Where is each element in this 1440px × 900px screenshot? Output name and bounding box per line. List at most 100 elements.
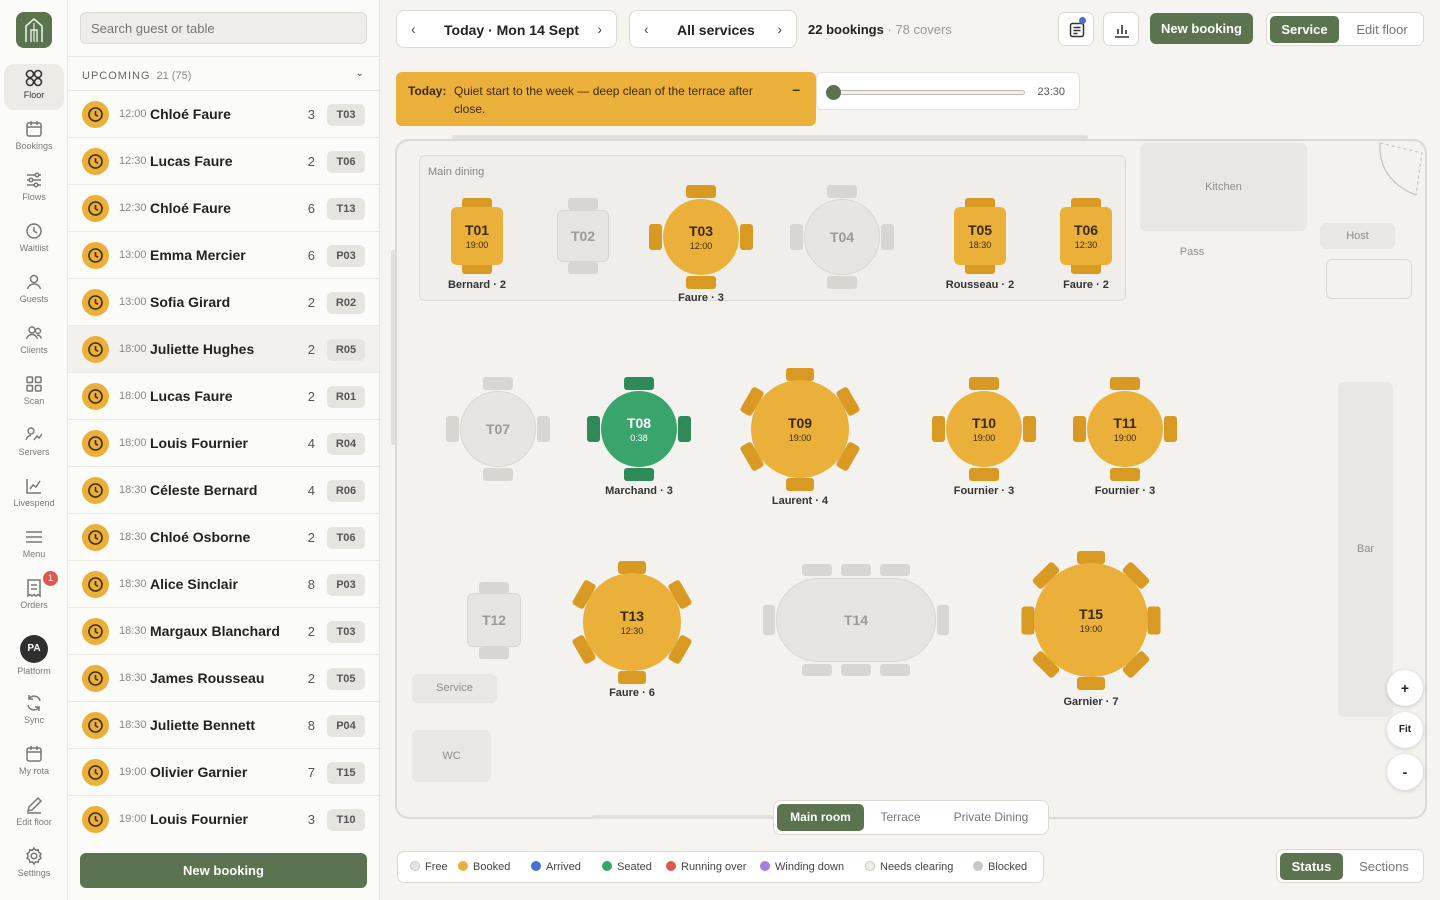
table-badge[interactable]: T03 [327,104,365,126]
table-t15[interactable]: T15 19:00 [1034,563,1148,677]
table-badge[interactable]: P03 [327,245,365,267]
table-badge[interactable]: R02 [327,292,365,314]
service-label: All services [677,22,755,38]
nav-scan[interactable]: Scan [4,370,64,416]
tab-terrace[interactable]: Terrace [867,804,934,831]
upcoming-header[interactable]: UPCOMING 21 (75) ⌄ [68,56,379,90]
booking-row[interactable]: 18:30 Alice Sinclair 8 P03 [68,560,379,607]
table-t12[interactable]: T12 [467,593,521,647]
table-t03[interactable]: T03 12:00 [663,199,739,275]
tab-main-room[interactable]: Main room [777,804,864,831]
nav-label: Livespend [13,498,55,508]
table-t06[interactable]: T06 12:30 [1060,207,1112,265]
nav-platform[interactable]: PA Platform [4,634,64,678]
table-badge[interactable]: T06 [327,151,365,173]
scrollbar-horizontal-bottom[interactable] [592,815,772,819]
booking-row[interactable]: 12:30 Chloé Faure 6 T13 [68,184,379,231]
new-booking-top-button[interactable]: New booking [1150,13,1253,44]
chevron-left-icon[interactable]: ‹ [411,21,416,37]
booking-row[interactable]: 18:00 Juliette Hughes 2 R05 [68,325,379,372]
booking-row[interactable]: 18:30 James Rousseau 2 T05 [68,654,379,701]
zoom-fit-button[interactable]: Fit [1387,712,1423,748]
table-badge[interactable]: T03 [327,621,365,643]
table-t04[interactable]: T04 [804,199,880,275]
nav-servers[interactable]: Servers [4,421,64,467]
table-badge[interactable]: R06 [327,480,365,502]
booking-row[interactable]: 18:30 Céleste Bernard 4 R06 [68,466,379,513]
booking-row[interactable]: 12:00 Chloé Faure 3 T03 [68,90,379,137]
table-badge[interactable]: T13 [327,198,365,220]
table-badge[interactable]: T05 [327,668,365,690]
table-t07[interactable]: T07 [460,391,536,467]
zoom-in-button[interactable]: + [1387,670,1423,706]
legend-label: Winding down [775,861,845,873]
booking-row[interactable]: 19:00 Louis Fournier 3 T10 [68,795,379,842]
table-t02[interactable]: T02 [557,210,609,262]
booking-row[interactable]: 13:00 Emma Mercier 6 P03 [68,231,379,278]
service-picker[interactable]: ‹ All services › [629,10,797,48]
nav-my-rota[interactable]: My rota [4,740,64,786]
nav-bookings[interactable]: Bookings [4,115,64,161]
table-t09[interactable]: T09 19:00 [751,380,849,478]
table-badge[interactable]: R01 [327,386,365,408]
stats-button[interactable] [1103,12,1139,46]
table-t11[interactable]: T11 19:00 [1087,391,1163,467]
booking-row[interactable]: 12:30 Lucas Faure 2 T06 [68,137,379,184]
booking-row[interactable]: 13:00 Sofia Girard 2 R02 [68,278,379,325]
nav-waitlist[interactable]: Waitlist [4,217,64,263]
time-slider[interactable]: 23:30 [816,72,1080,110]
table-t10[interactable]: T10 19:00 [946,391,1022,467]
nav-livespend[interactable]: Livespend [4,472,64,518]
table-badge[interactable]: T15 [327,762,365,784]
collapse-note-button[interactable]: – [792,80,800,98]
table-badge[interactable]: P03 [327,574,365,596]
booking-row[interactable]: 18:30 Chloé Osborne 2 T06 [68,513,379,560]
chevron-down-icon[interactable]: ⌄ [356,68,365,79]
table-t08[interactable]: T08 0:38 [601,391,677,467]
zoom-out-button[interactable]: - [1387,754,1423,790]
date-picker[interactable]: ‹ Today · Mon 14 Sept › [396,10,617,48]
chevron-left-icon[interactable]: ‹ [644,21,649,37]
view-sections-button[interactable]: Sections [1347,853,1421,880]
clock-icon [26,223,42,239]
chevron-right-icon[interactable]: › [597,21,602,37]
nav-menu[interactable]: Menu [4,523,64,569]
chair [537,416,550,442]
new-booking-button[interactable]: New booking [80,853,367,888]
table-badge[interactable]: T06 [327,527,365,549]
table-t13[interactable]: T13 12:30 [583,573,681,671]
slider-track[interactable] [831,90,1025,95]
search-input[interactable] [80,12,367,44]
booking-row[interactable]: 19:00 Olivier Garnier 7 T15 [68,748,379,795]
table-t14[interactable]: T14 [776,578,936,662]
chair [1073,416,1086,442]
table-badge[interactable]: R04 [327,433,365,455]
nav-orders[interactable]: Orders 1 [4,571,64,620]
nav-floor[interactable]: Floor [4,64,64,110]
table-badge[interactable]: P04 [327,715,365,737]
view-status-button[interactable]: Status [1280,853,1343,880]
tab-private-dining[interactable]: Private Dining [937,804,1045,831]
booking-row[interactable]: 18:30 Margaux Blanchard 2 T03 [68,607,379,654]
mode-edit-floor-button[interactable]: Edit floor [1343,16,1421,43]
slider-handle[interactable] [826,85,841,100]
nav-flows[interactable]: Flows [4,166,64,212]
table-badge[interactable]: T10 [327,809,365,831]
notes-button[interactable] [1058,12,1094,46]
chevron-right-icon[interactable]: › [777,21,782,37]
guest-name: Olivier Garnier [150,764,248,780]
nav-settings[interactable]: Settings [4,842,64,888]
nav-edit-floor[interactable]: Edit floor [4,791,64,837]
nav-clients[interactable]: Clients [4,319,64,365]
nav-guests[interactable]: Guests [4,268,64,314]
table-t01[interactable]: T01 19:00 [451,207,503,265]
booking-row[interactable]: 18:30 Juliette Bennett 8 P04 [68,701,379,748]
nav-sync[interactable]: Sync [4,689,64,735]
chair [1147,606,1161,634]
booking-row[interactable]: 18:00 Louis Fournier 4 R04 [68,419,379,466]
mode-service-button[interactable]: Service [1270,16,1339,43]
app-logo[interactable] [16,12,52,48]
table-badge[interactable]: R05 [327,339,365,361]
booking-row[interactable]: 18:00 Lucas Faure 2 R01 [68,372,379,419]
table-t05[interactable]: T05 18:30 [954,207,1006,265]
